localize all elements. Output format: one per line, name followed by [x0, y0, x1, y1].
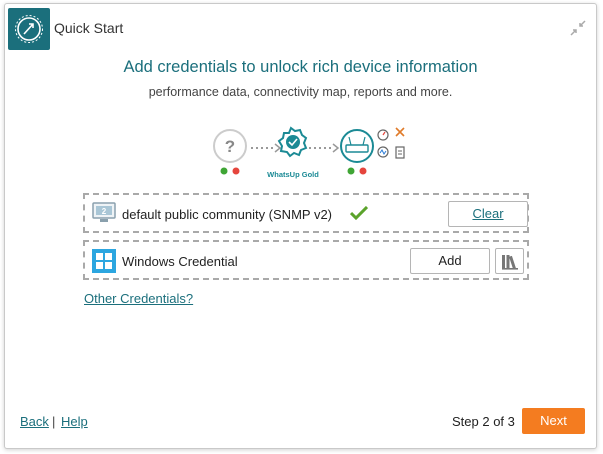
svg-text:2: 2 [102, 207, 107, 216]
collapse-icon[interactable] [570, 20, 586, 41]
credential-label: default public community (SNMP v2) [122, 207, 333, 222]
next-button[interactable]: Next [522, 408, 585, 434]
arrow-left-icon [274, 143, 282, 153]
status-red-dot [359, 167, 367, 175]
credential-row-snmp: 2 default public community (SNMP v2) Cle… [83, 193, 529, 233]
dialog-titlebar: Quick Start [5, 4, 596, 52]
dialog-title: Quick Start [54, 20, 124, 36]
add-button[interactable]: Add [410, 248, 490, 274]
other-credentials-link[interactable]: Other Credentials? [84, 291, 193, 306]
link-separator: | [52, 414, 56, 429]
subline: performance data, connectivity map, repo… [148, 85, 453, 99]
credential-label: Windows Credential [122, 254, 238, 269]
status-green-dot [347, 167, 355, 175]
monitor-icon: 2 [92, 202, 116, 229]
check-icon [349, 205, 369, 225]
quick-start-dialog: Quick Start Add credentials to unlock ri… [4, 3, 597, 449]
credential-diagram: ? WhatsUp Gold [205, 122, 415, 187]
credential-library-button[interactable] [495, 248, 524, 274]
back-link[interactable]: Back [20, 414, 49, 429]
status-red-dot [232, 167, 240, 175]
help-link[interactable]: Help [61, 414, 88, 429]
tools-icon [395, 127, 405, 137]
credential-row-windows: Windows Credential Add [83, 240, 529, 280]
status-green-dot [220, 167, 228, 175]
library-icon [502, 255, 518, 270]
windows-icon [92, 249, 116, 278]
unknown-mark: ? [225, 137, 235, 156]
app-logo-icon [8, 8, 50, 50]
step-indicator: Step 2 of 3 [452, 414, 515, 429]
headline: Add credentials to unlock rich device in… [123, 58, 478, 76]
report-icon [395, 146, 405, 159]
brand-label: WhatsUp Gold [267, 170, 319, 179]
arrow-right-icon [332, 143, 340, 153]
clear-button[interactable]: Clear [448, 201, 528, 227]
